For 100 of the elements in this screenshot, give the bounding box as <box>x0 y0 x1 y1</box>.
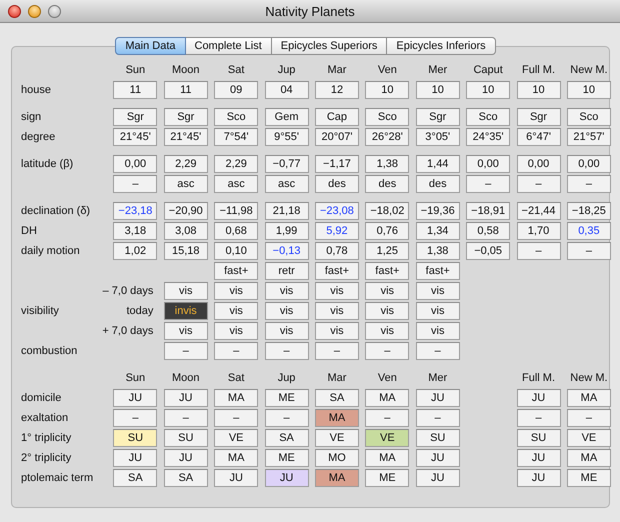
value-cell: SU <box>113 429 158 447</box>
value-cell: 1,70 <box>516 222 561 240</box>
value-cell: Sgr <box>516 108 561 126</box>
column-header: New M. <box>569 64 609 76</box>
value-cell: 21°45' <box>113 128 158 146</box>
value-cell: −0,77 <box>264 155 309 173</box>
value-cell: 0,10 <box>214 242 258 260</box>
value-cell: 11 <box>113 81 158 99</box>
value-cell: SU <box>516 429 561 447</box>
value-cell: JU <box>164 449 208 467</box>
column-header: Caput <box>472 64 504 76</box>
minimize-button[interactable] <box>28 4 41 18</box>
value-cell: 1,34 <box>416 222 460 240</box>
value-cell: 10 <box>516 81 561 99</box>
value-cell: – <box>466 175 510 193</box>
row-label: DH <box>21 225 38 237</box>
row-label: ptolemaic term <box>21 472 94 484</box>
value-cell: 1,38 <box>365 155 410 173</box>
value-cell: des <box>416 175 460 193</box>
value-cell: 1,25 <box>365 242 410 260</box>
value-cell: vis <box>365 302 410 320</box>
value-cell: vis <box>416 322 460 340</box>
value-cell: – <box>516 175 561 193</box>
zoom-button[interactable] <box>48 4 61 18</box>
value-cell: −1,17 <box>314 155 359 173</box>
row-label: declination (δ) <box>21 205 92 217</box>
value-cell: JU <box>516 449 561 467</box>
value-cell: 0,00 <box>113 155 158 173</box>
value-cell: 10 <box>466 81 510 99</box>
value-cell: vis <box>164 322 208 340</box>
value-cell: 0,00 <box>466 155 510 173</box>
value-cell: VE <box>566 429 611 447</box>
row-label: sign <box>21 111 42 123</box>
tab[interactable]: Main Data <box>115 37 186 55</box>
value-cell: – <box>113 175 158 193</box>
value-cell: 10 <box>416 81 460 99</box>
value-cell: 10 <box>566 81 611 99</box>
value-cell: ME <box>264 389 309 407</box>
value-cell: 21°45' <box>164 128 208 146</box>
value-cell: – <box>113 409 158 427</box>
value-cell: Sco <box>214 108 258 126</box>
value-cell: MA <box>566 449 611 467</box>
value-cell: asc <box>214 175 258 193</box>
value-cell: MA <box>314 469 359 487</box>
value-cell: – <box>566 409 611 427</box>
value-cell: 0,76 <box>365 222 410 240</box>
value-cell: – <box>416 409 460 427</box>
value-cell: fast+ <box>214 262 258 280</box>
row-label: 2° triplicity <box>21 452 72 464</box>
value-cell: 0,00 <box>516 155 561 173</box>
value-cell: vis <box>264 322 309 340</box>
column-header: Moon <box>171 64 201 76</box>
value-cell: vis <box>314 322 359 340</box>
value-cell: vis <box>416 282 460 300</box>
value-cell: ME <box>365 469 410 487</box>
value-cell: SA <box>113 469 158 487</box>
value-cell: 21,18 <box>264 202 309 220</box>
value-cell: MO <box>314 449 359 467</box>
value-cell: JU <box>214 469 258 487</box>
value-cell: Sgr <box>416 108 460 126</box>
column-header: Sun <box>124 64 146 76</box>
value-cell: des <box>314 175 359 193</box>
column-header: Sat <box>226 372 246 384</box>
value-cell: SA <box>264 429 309 447</box>
row-label: 1° triplicity <box>21 432 72 444</box>
value-cell: retr <box>264 262 309 280</box>
value-cell: – <box>164 409 208 427</box>
row-label: visibility <box>21 305 59 317</box>
value-cell: des <box>365 175 410 193</box>
value-cell: – <box>164 342 208 360</box>
value-cell: Sco <box>566 108 611 126</box>
value-cell: vis <box>264 282 309 300</box>
tab[interactable]: Epicycles Superiors <box>272 37 388 55</box>
value-cell: JU <box>516 469 561 487</box>
value-cell: VE <box>314 429 359 447</box>
value-cell: VE <box>365 429 410 447</box>
value-cell: 0,78 <box>314 242 359 260</box>
close-button[interactable] <box>8 4 21 18</box>
row-sublabel: + 7,0 days <box>102 325 154 337</box>
value-cell: JU <box>164 389 208 407</box>
value-cell: −0,05 <box>466 242 510 260</box>
column-header: Jup <box>276 372 296 384</box>
value-cell: ME <box>566 469 611 487</box>
value-cell: asc <box>264 175 309 193</box>
value-cell: VE <box>214 429 258 447</box>
tab[interactable]: Epicycles Inferiors <box>387 37 496 55</box>
value-cell: −18,91 <box>466 202 510 220</box>
value-cell: fast+ <box>314 262 359 280</box>
tab[interactable]: Complete List <box>186 37 272 55</box>
row-label: domicile <box>21 392 62 404</box>
value-cell: −21,44 <box>516 202 561 220</box>
value-cell: 12 <box>314 81 359 99</box>
column-header: Mer <box>427 64 448 76</box>
value-cell: −0,13 <box>264 242 309 260</box>
window-title: Nativity Planets <box>265 4 355 18</box>
value-cell: 6°47' <box>516 128 561 146</box>
row-sublabel: today <box>126 305 154 317</box>
column-header: Mar <box>326 64 348 76</box>
value-cell: asc <box>164 175 208 193</box>
value-cell: vis <box>416 302 460 320</box>
